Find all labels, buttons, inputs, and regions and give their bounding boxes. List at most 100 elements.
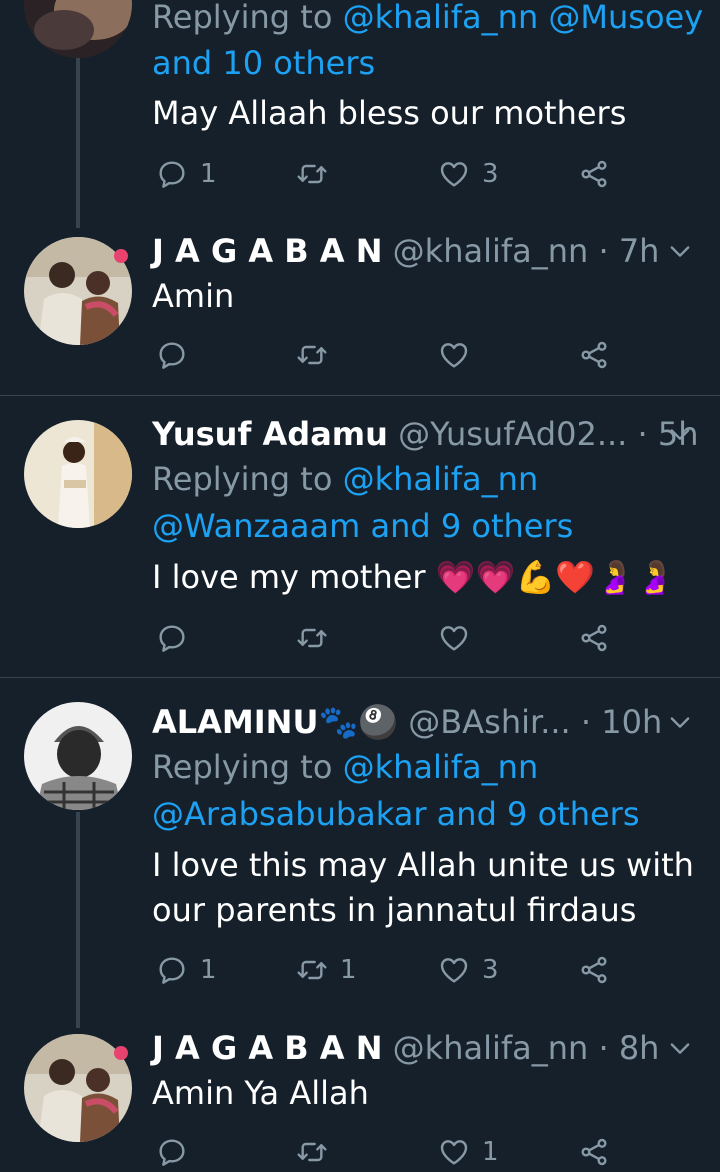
mention-link[interactable]: @khalifa_nn: [343, 748, 539, 786]
reply-button[interactable]: [156, 618, 200, 658]
share-icon: [578, 158, 610, 190]
tweet-actions: 1 3: [152, 154, 632, 194]
tweet-header: ALAMINU🐾🎱 @BAshir... · 10h: [152, 702, 662, 742]
others-link[interactable]: @Arabsabubakar and 9 others: [152, 795, 640, 833]
reply-button[interactable]: [156, 1132, 200, 1172]
retweet-button[interactable]: 1: [296, 950, 357, 990]
share-button[interactable]: [578, 1132, 610, 1172]
separator: ·: [580, 703, 592, 741]
replying-to: Replying to @khalifa_nn: [152, 744, 712, 790]
avatar[interactable]: [24, 0, 132, 58]
tweet-actions: [152, 335, 632, 375]
replying-to-line2: @Wanzaaam and 9 others: [152, 503, 712, 549]
retweet-icon: [296, 158, 328, 190]
chevron-down-icon[interactable]: [666, 420, 694, 448]
reply-icon: [156, 339, 188, 371]
user-handle[interactable]: @BAshir...: [408, 703, 570, 741]
chevron-down-icon[interactable]: [666, 708, 694, 736]
like-count: 3: [482, 955, 499, 985]
retweet-icon: [296, 622, 328, 654]
tweet-actions: 1: [152, 1132, 632, 1172]
share-button[interactable]: [578, 618, 610, 658]
reply-button[interactable]: [156, 335, 200, 375]
reply-icon: [156, 158, 188, 190]
tweet[interactable]: ALAMINU🐾🎱 @BAshir... · 10h Replying to @…: [0, 678, 720, 1028]
tweet-actions: 1 1 3: [152, 950, 632, 990]
share-button[interactable]: [578, 950, 610, 990]
separator: ·: [637, 415, 648, 453]
like-button[interactable]: 3: [438, 154, 499, 194]
tweet[interactable]: J A G A B A N @khalifa_nn · 8h Amin Ya A…: [0, 1028, 720, 1167]
chevron-down-icon[interactable]: [666, 1034, 694, 1062]
share-button[interactable]: [578, 335, 610, 375]
like-button[interactable]: [438, 618, 482, 658]
retweet-count: 1: [340, 955, 357, 985]
like-button[interactable]: 1: [438, 1132, 499, 1172]
user-handle[interactable]: @YusufAd02...: [398, 415, 627, 453]
like-count: 1: [482, 1137, 499, 1167]
replying-to: Replying to @khalifa_nn: [152, 456, 712, 502]
replying-to: Replying to @khalifa_nn @Musoey: [152, 0, 712, 40]
tweet[interactable]: Yusuf Adamu @YusufAd02... · 5h Replying …: [0, 396, 720, 677]
replying-to-line2: and 10 others: [152, 40, 712, 86]
tweet-text: Amin: [152, 277, 235, 315]
like-button[interactable]: 3: [438, 950, 499, 990]
avatar[interactable]: [24, 702, 132, 810]
chevron-down-icon[interactable]: [666, 237, 694, 265]
separator: ·: [598, 1029, 609, 1067]
tweet-header: J A G A B A N @khalifa_nn · 7h: [152, 231, 659, 271]
reply-button[interactable]: 1: [156, 154, 217, 194]
share-icon: [578, 954, 610, 986]
timestamp[interactable]: 8h: [619, 1029, 660, 1067]
retweet-icon: [296, 954, 328, 986]
tweet-text: May Allaah bless our mothers: [152, 94, 627, 132]
heart-icon: [438, 954, 470, 986]
like-button[interactable]: [438, 335, 482, 375]
tweet-text-line1: I love this may Allah unite us with: [152, 846, 694, 884]
tweet[interactable]: Replying to @khalifa_nn @Musoey and 10 o…: [0, 0, 720, 228]
reply-count: 1: [200, 159, 217, 189]
share-icon: [578, 622, 610, 654]
reply-count: 1: [200, 955, 217, 985]
retweet-button[interactable]: [296, 1132, 340, 1172]
reply-icon: [156, 954, 188, 986]
others-link[interactable]: @Wanzaaam and 9 others: [152, 507, 573, 545]
replying-to-prefix: Replying to: [152, 0, 343, 36]
timestamp[interactable]: 10h: [601, 703, 662, 741]
replying-to-prefix: Replying to: [152, 748, 343, 786]
mention-link[interactable]: @khalifa_nn: [343, 460, 539, 498]
display-name[interactable]: ALAMINU🐾🎱: [152, 703, 398, 741]
display-name[interactable]: J A G A B A N: [152, 232, 382, 270]
separator: ·: [598, 232, 609, 270]
retweet-icon: [296, 339, 328, 371]
decorative-badge: [114, 249, 128, 263]
thread-line: [76, 812, 80, 1028]
timestamp[interactable]: 7h: [619, 232, 660, 270]
avatar[interactable]: [24, 420, 132, 528]
retweet-button[interactable]: [296, 335, 340, 375]
display-name[interactable]: J A G A B A N: [152, 1029, 382, 1067]
tweet-text: Amin Ya Allah: [152, 1074, 369, 1112]
others-link[interactable]: and 10 others: [152, 44, 375, 82]
tweet-text-line2: our parents in jannatul firdaus: [152, 891, 637, 929]
mention-link[interactable]: @khalifa_nn @Musoey: [343, 0, 704, 36]
tweet-header: J A G A B A N @khalifa_nn · 8h: [152, 1028, 659, 1068]
user-handle[interactable]: @khalifa_nn: [393, 1029, 589, 1067]
retweet-button[interactable]: [296, 618, 340, 658]
display-name[interactable]: Yusuf Adamu: [152, 415, 388, 453]
heart-icon: [438, 1136, 470, 1168]
reply-button[interactable]: 1: [156, 950, 217, 990]
thread-line: [76, 58, 80, 228]
user-handle[interactable]: @khalifa_nn: [393, 232, 589, 270]
like-count: 3: [482, 159, 499, 189]
tweet-actions: [152, 618, 632, 658]
decorative-badge: [114, 1046, 128, 1060]
heart-icon: [438, 158, 470, 190]
share-button[interactable]: [578, 154, 610, 194]
tweet[interactable]: J A G A B A N @khalifa_nn · 7h Amin: [0, 225, 720, 395]
retweet-button[interactable]: [296, 154, 340, 194]
heart-icon: [438, 339, 470, 371]
retweet-icon: [296, 1136, 328, 1168]
replying-to-line2: @Arabsabubakar and 9 others: [152, 791, 712, 837]
reply-icon: [156, 622, 188, 654]
